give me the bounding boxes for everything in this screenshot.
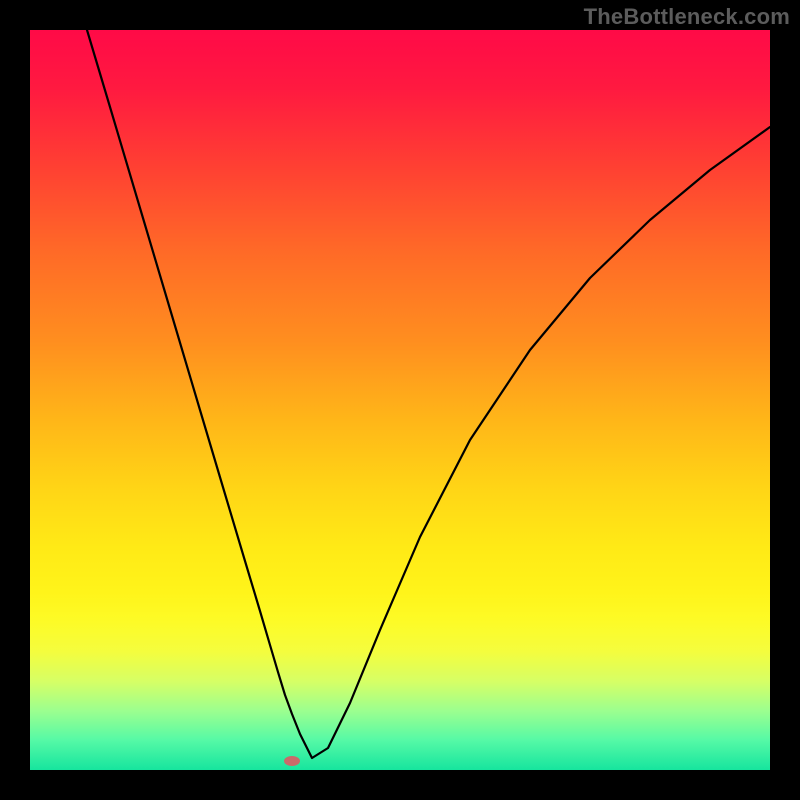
minimum-marker xyxy=(284,756,300,766)
watermark-text: TheBottleneck.com xyxy=(584,4,790,30)
bottleneck-curve xyxy=(87,30,770,758)
plot-area xyxy=(30,30,770,770)
chart-frame: TheBottleneck.com xyxy=(0,0,800,800)
curve-svg xyxy=(30,30,770,770)
